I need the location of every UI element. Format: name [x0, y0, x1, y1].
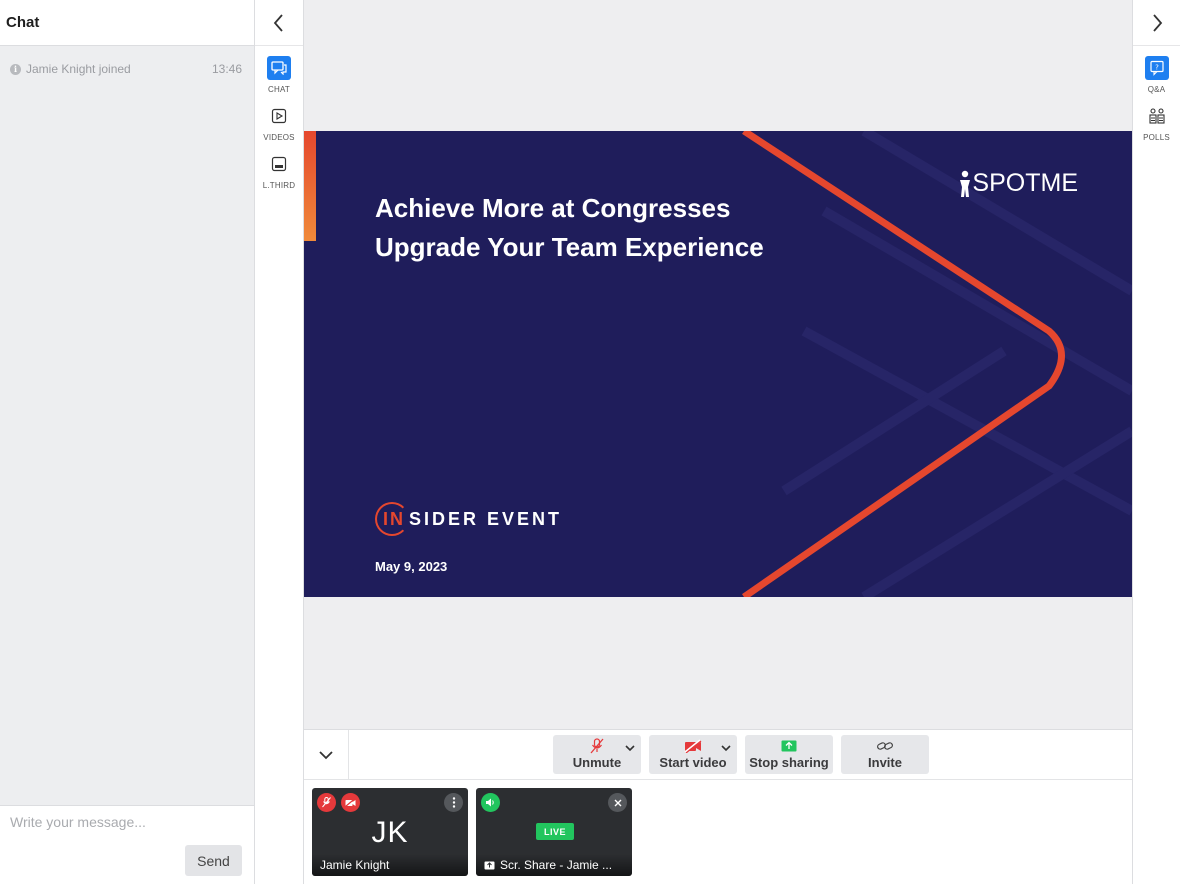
unmute-options-caret-icon[interactable] [625, 745, 635, 752]
share-screen-icon [781, 739, 797, 753]
rail-item-videos[interactable]: VIDEOS [255, 104, 303, 142]
stop-sharing-label: Stop sharing [749, 755, 829, 770]
rail-item-chat[interactable]: CHAT [255, 56, 303, 94]
slide-title-line1: Achieve More at Congresses [375, 193, 731, 223]
collapse-left-button[interactable] [255, 0, 303, 46]
link-icon [876, 739, 894, 753]
rail-item-qa[interactable]: ? Q&A [1133, 56, 1180, 94]
shared-slide: Achieve More at Congresses Upgrade Your … [304, 131, 1132, 597]
mic-muted-icon [590, 738, 604, 754]
stop-sharing-button[interactable]: Stop sharing [745, 735, 833, 774]
insider-event-ring: IN [375, 502, 409, 536]
chat-message-time: 13:46 [211, 62, 242, 76]
person-icon [960, 170, 971, 197]
info-icon: i [10, 63, 21, 75]
participant-tile-jamie[interactable]: JK Jamie Knight [312, 788, 468, 876]
start-video-button[interactable]: Start video [649, 735, 737, 774]
rail-label-polls: POLLS [1143, 133, 1170, 142]
video-options-caret-icon[interactable] [721, 745, 731, 752]
camera-off-icon [684, 739, 702, 753]
slide-date: May 9, 2023 [375, 559, 448, 574]
collapse-right-button[interactable] [1133, 0, 1180, 46]
chevron-right-icon [1152, 13, 1162, 32]
chat-header: Chat [0, 0, 254, 46]
collapse-tiles-button[interactable] [304, 730, 349, 780]
spotme-logo: SPOTME [958, 169, 1078, 198]
chat-message-text: Jamie Knight joined [26, 62, 131, 76]
screen-share-icon [484, 861, 495, 869]
qa-icon: ? [1144, 56, 1169, 80]
audio-on-badge-icon [481, 793, 500, 812]
chevron-down-icon [319, 751, 333, 760]
rail-label-lower-third: L.THIRD [262, 181, 296, 190]
screen-share-label: Scr. Share - Jamie ... [500, 858, 613, 872]
rail-label-videos: VIDEOS [263, 133, 295, 142]
chat-message-input[interactable] [10, 814, 240, 830]
polls-icon [1145, 104, 1169, 128]
slide-title-line2: Upgrade Your Team Experience [375, 232, 764, 262]
presentation-stage: Achieve More at Congresses Upgrade Your … [304, 0, 1132, 729]
spotme-logo-text: SPOTME [972, 169, 1078, 197]
live-badge: LIVE [536, 823, 574, 840]
close-icon[interactable] [608, 793, 627, 812]
invite-button[interactable]: Invite [841, 735, 929, 774]
slide-accent-bar [304, 131, 316, 241]
event-name: SIDER EVENT [409, 508, 563, 529]
rail-item-polls[interactable]: POLLS [1133, 104, 1180, 142]
more-options-icon[interactable] [444, 793, 463, 812]
invite-label: Invite [868, 755, 902, 770]
video-play-icon [267, 104, 291, 128]
insider-event-logo: IN SIDER EVENT [375, 502, 562, 536]
chat-title: Chat [6, 14, 40, 31]
camera-off-badge-icon [341, 793, 360, 812]
mic-muted-badge-icon [317, 793, 336, 812]
unmute-label: Unmute [572, 755, 622, 770]
svg-text:?: ? [1155, 64, 1159, 72]
lower-third-icon [267, 152, 291, 176]
left-tool-rail: CHAT VIDEOS L.THIRD [255, 0, 304, 884]
participant-initials: JK [371, 816, 409, 849]
slide-title: Achieve More at Congresses Upgrade Your … [375, 189, 764, 267]
unmute-button[interactable]: Unmute [553, 735, 641, 774]
participant-tiles: JK Jamie Knight LIVE Scr. Share - Jamie … [304, 780, 1132, 884]
start-video-label: Start video [659, 755, 727, 770]
rail-item-lower-third[interactable]: L.THIRD [255, 152, 303, 190]
right-tool-rail: ? Q&A POLLS [1132, 0, 1180, 884]
participant-name: Jamie Knight [312, 854, 468, 876]
app-root: Chat i Jamie Knight joined 13:46 Send CH… [0, 0, 1180, 884]
chevron-left-icon [273, 13, 283, 32]
rail-label-chat: CHAT [268, 85, 290, 94]
participant-tile-screen-share[interactable]: LIVE Scr. Share - Jamie ... [476, 788, 632, 876]
screen-share-name: Scr. Share - Jamie ... [476, 854, 632, 876]
chat-compose: Send [0, 805, 254, 884]
chat-message: i Jamie Knight joined 13:46 [0, 46, 254, 76]
meeting-controls: Unmute Start video Stop sharing Invite [304, 729, 1132, 780]
send-button[interactable]: Send [185, 845, 242, 876]
chat-icon [267, 56, 291, 80]
chat-panel: Chat i Jamie Knight joined 13:46 Send [0, 0, 255, 884]
rail-label-qa: Q&A [1147, 85, 1166, 94]
event-prefix: IN [383, 508, 405, 529]
